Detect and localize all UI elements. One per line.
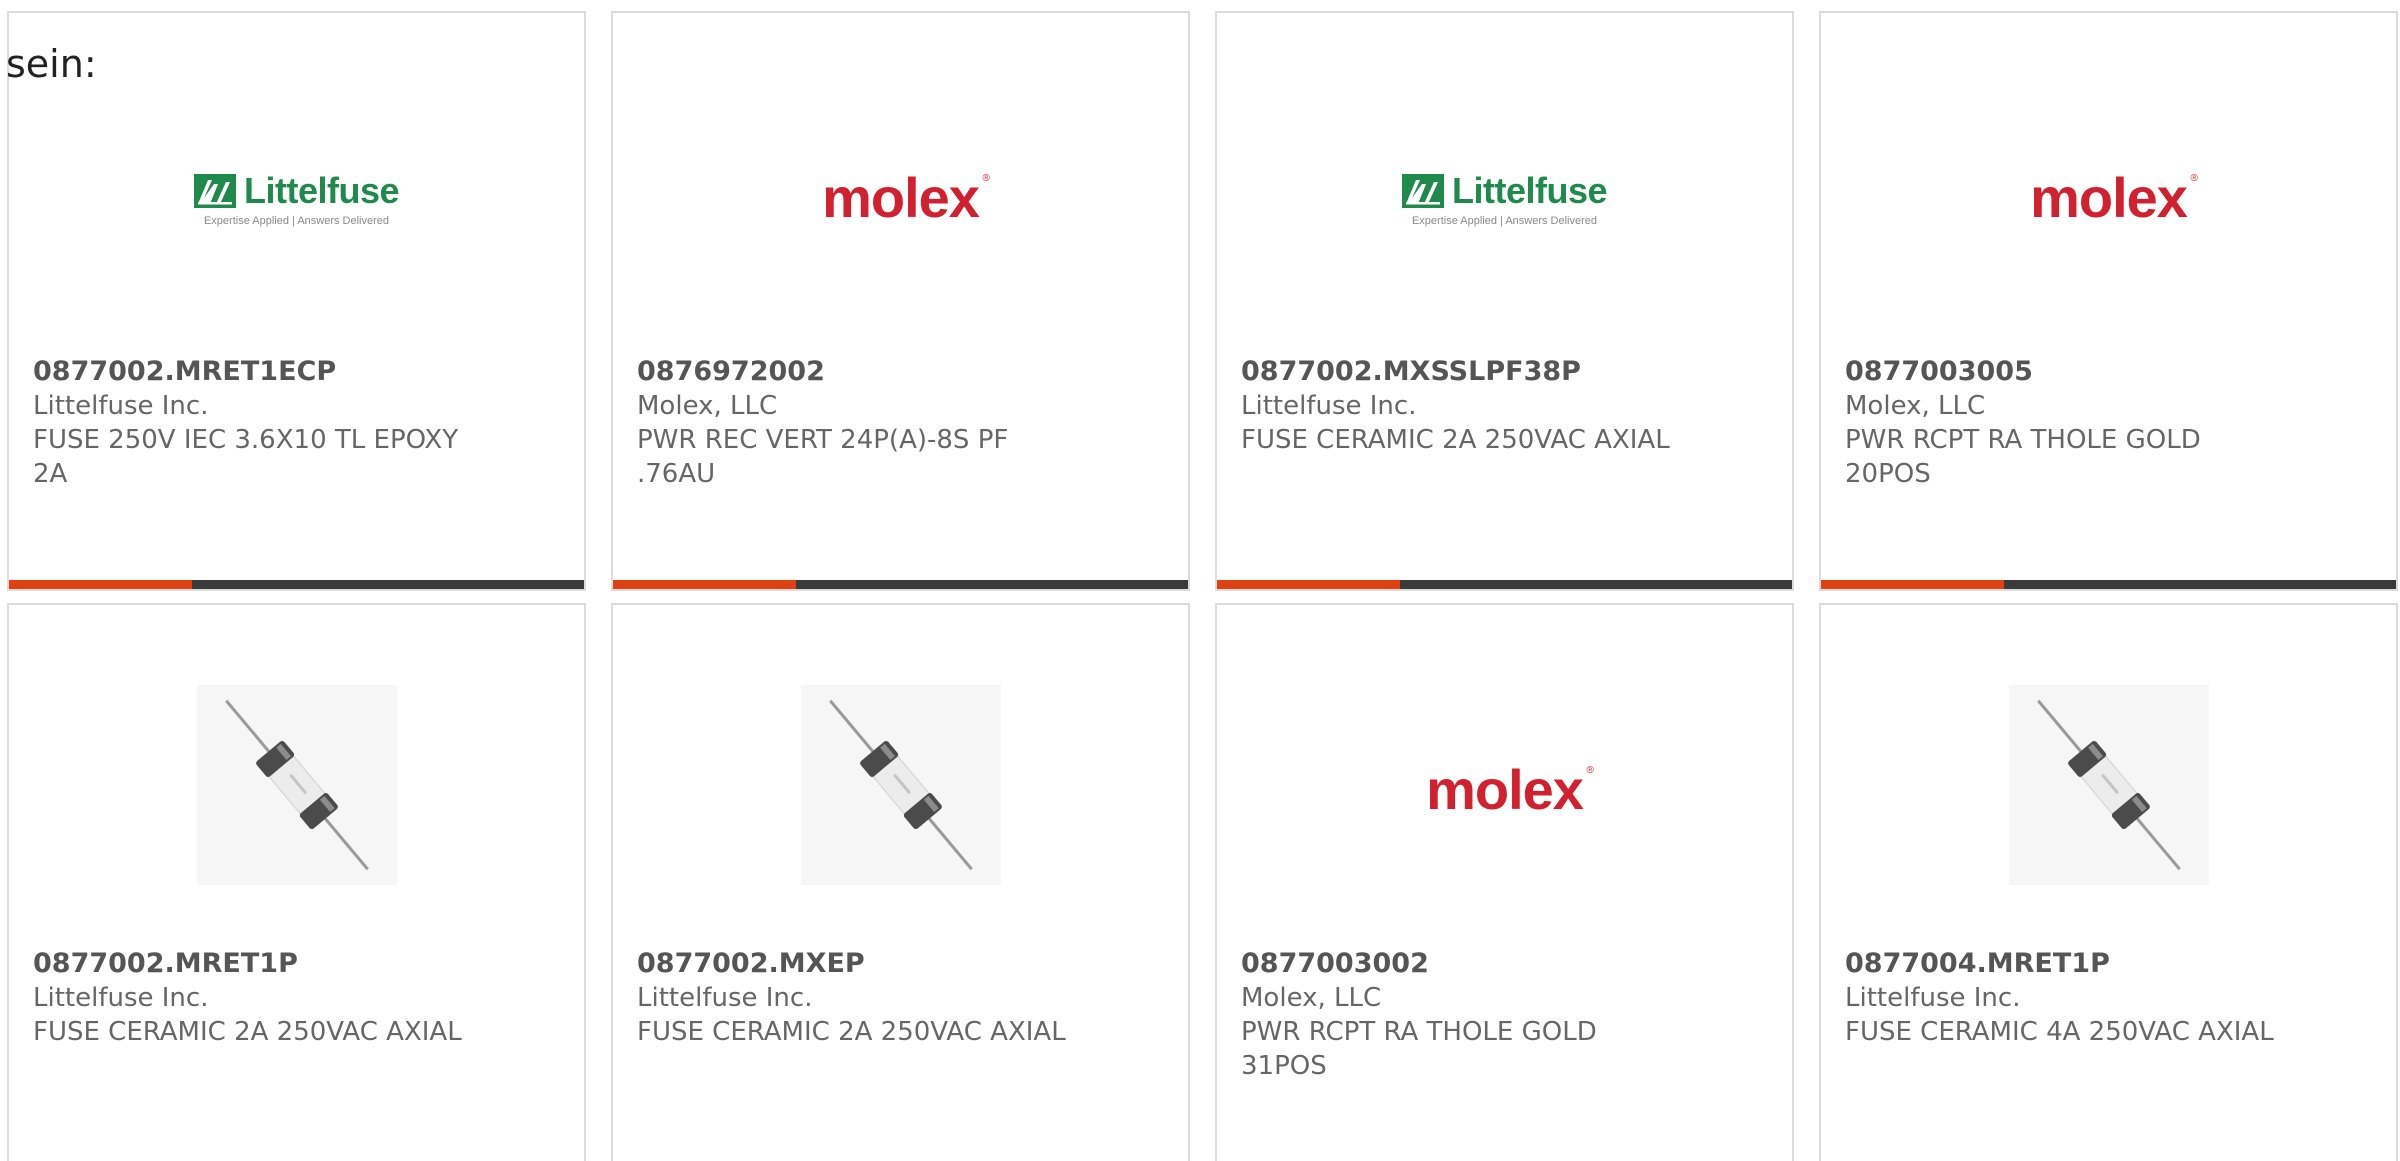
card-progress-accent [1821, 580, 2004, 589]
product-image[interactable] [1821, 645, 2396, 925]
part-number[interactable]: 0877003005 [1845, 355, 2372, 389]
card-progress-accent [1217, 580, 1400, 589]
product-info: 0877002.MXSSLPF38P Littelfuse Inc. FUSE CE… [1241, 355, 1768, 457]
product-card[interactable]: 0877004.MRET1P Littelfuse Inc. FUSE CERAMI… [1819, 603, 2398, 1161]
card-progress-bar [1821, 580, 2396, 589]
product-card[interactable]: molex ® 0876972002 Molex, LLC PWR REC VERT … [611, 11, 1190, 591]
littelfuse-logo-name: Littelfuse [1451, 169, 1608, 211]
page: sein: Littelfuse Expertise Applied | Ans… [0, 0, 2400, 1161]
molex-logo-name: molex [1426, 758, 1584, 821]
fuse-photo [2008, 685, 2209, 885]
product-info: 0877003005 Molex, LLC PWR RCPT RA THOLE GO… [1845, 355, 2372, 491]
card-progress-bar [613, 580, 1188, 589]
manufacturer-name: Molex, LLC [637, 391, 778, 421]
littelfuse-mark-icon [193, 173, 236, 208]
product-description: FUSE CERAMIC 2A 250VAC AXIAL [33, 1017, 462, 1047]
card-progress-accent [9, 580, 192, 589]
part-number[interactable]: 0877002.MRET1ECP [33, 355, 560, 389]
product-image[interactable]: molex ® [1821, 103, 2396, 293]
card-progress-bar [9, 580, 584, 589]
manufacturer-name: Littelfuse Inc. [1845, 983, 2021, 1013]
littelfuse-logo-tagline: Expertise Applied | Answers Delivered [203, 214, 390, 227]
littelfuse-logo-name: Littelfuse [243, 169, 400, 211]
product-info: 0877002.MRET1P Littelfuse Inc. FUSE CERAMI… [33, 947, 560, 1049]
product-image[interactable] [9, 645, 584, 925]
molex-logo: molex ® [1426, 758, 1594, 821]
product-description: FUSE 250V IEC 3.6X10 TL EPOXY 2A [33, 425, 459, 489]
molex-logo-name: molex [822, 166, 980, 229]
littelfuse-logo: Littelfuse Expertise Applied | Answers D… [193, 169, 400, 227]
manufacturer-name: Molex, LLC [1845, 391, 1986, 421]
product-description: FUSE CERAMIC 2A 250VAC AXIAL [1241, 425, 1670, 455]
product-info: 0877002.MXEP Littelfuse Inc. FUSE CERAMIC … [637, 947, 1164, 1049]
product-description: PWR RCPT RA THOLE GOLD 31POS [1241, 1017, 1597, 1081]
littelfuse-logo: Littelfuse Expertise Applied | Answers D… [1401, 169, 1608, 227]
product-info: 0877003002 Molex, LLC PWR RCPT RA THOLE GO… [1241, 947, 1768, 1083]
fuse-photo [800, 685, 1001, 885]
intro-text: sein: [6, 42, 97, 86]
product-card[interactable]: molex ® 0877003002 Molex, LLC PWR RCPT RA T… [1215, 603, 1794, 1161]
product-description: PWR RCPT RA THOLE GOLD 20POS [1845, 425, 2201, 489]
product-info: 0876972002 Molex, LLC PWR REC VERT 24P(A)-… [637, 355, 1164, 491]
product-description: FUSE CERAMIC 4A 250VAC AXIAL [1845, 1017, 2274, 1047]
product-description: PWR REC VERT 24P(A)-8S PF .76AU [637, 425, 1009, 489]
product-card[interactable]: Littelfuse Expertise Applied | Answers D… [7, 11, 586, 591]
part-number[interactable]: 0877004.MRET1P [1845, 947, 2372, 981]
part-number[interactable]: 0877002.MXEP [637, 947, 1164, 981]
part-number[interactable]: 0877002.MRET1P [33, 947, 560, 981]
molex-logo: molex ® [2030, 166, 2198, 229]
littelfuse-mark-icon [1401, 173, 1444, 208]
product-info: 0877004.MRET1P Littelfuse Inc. FUSE CERAMI… [1845, 947, 2372, 1049]
product-card[interactable]: 0877002.MXEP Littelfuse Inc. FUSE CERAMIC … [611, 603, 1190, 1161]
product-image[interactable]: Littelfuse Expertise Applied | Answers D… [1217, 103, 1792, 293]
product-description: FUSE CERAMIC 2A 250VAC AXIAL [637, 1017, 1066, 1047]
product-image[interactable]: molex ® [1217, 695, 1792, 885]
product-info: 0877002.MRET1ECP Littelfuse Inc. FUSE 250V… [33, 355, 560, 491]
fuse-photo [196, 685, 397, 885]
molex-logo: molex ® [822, 166, 990, 229]
product-image[interactable]: molex ® [613, 103, 1188, 293]
product-card[interactable]: Littelfuse Expertise Applied | Answers D… [1215, 11, 1794, 591]
part-number[interactable]: 0876972002 [637, 355, 1164, 389]
manufacturer-name: Littelfuse Inc. [33, 391, 209, 421]
card-progress-bar [1217, 580, 1792, 589]
manufacturer-name: Littelfuse Inc. [1241, 391, 1417, 421]
product-image[interactable]: Littelfuse Expertise Applied | Answers D… [9, 103, 584, 293]
product-card[interactable]: 0877002.MRET1P Littelfuse Inc. FUSE CERAMI… [7, 603, 586, 1161]
product-grid: Littelfuse Expertise Applied | Answers D… [7, 11, 2398, 1161]
manufacturer-name: Molex, LLC [1241, 983, 1382, 1013]
part-number[interactable]: 0877003002 [1241, 947, 1768, 981]
product-image[interactable] [613, 645, 1188, 925]
manufacturer-name: Littelfuse Inc. [637, 983, 813, 1013]
part-number[interactable]: 0877002.MXSSLPF38P [1241, 355, 1768, 389]
littelfuse-logo-tagline: Expertise Applied | Answers Delivered [1411, 214, 1598, 227]
product-card[interactable]: molex ® 0877003005 Molex, LLC PWR RCPT RA T… [1819, 11, 2398, 591]
card-progress-accent [613, 580, 796, 589]
molex-logo-name: molex [2030, 166, 2188, 229]
manufacturer-name: Littelfuse Inc. [33, 983, 209, 1013]
